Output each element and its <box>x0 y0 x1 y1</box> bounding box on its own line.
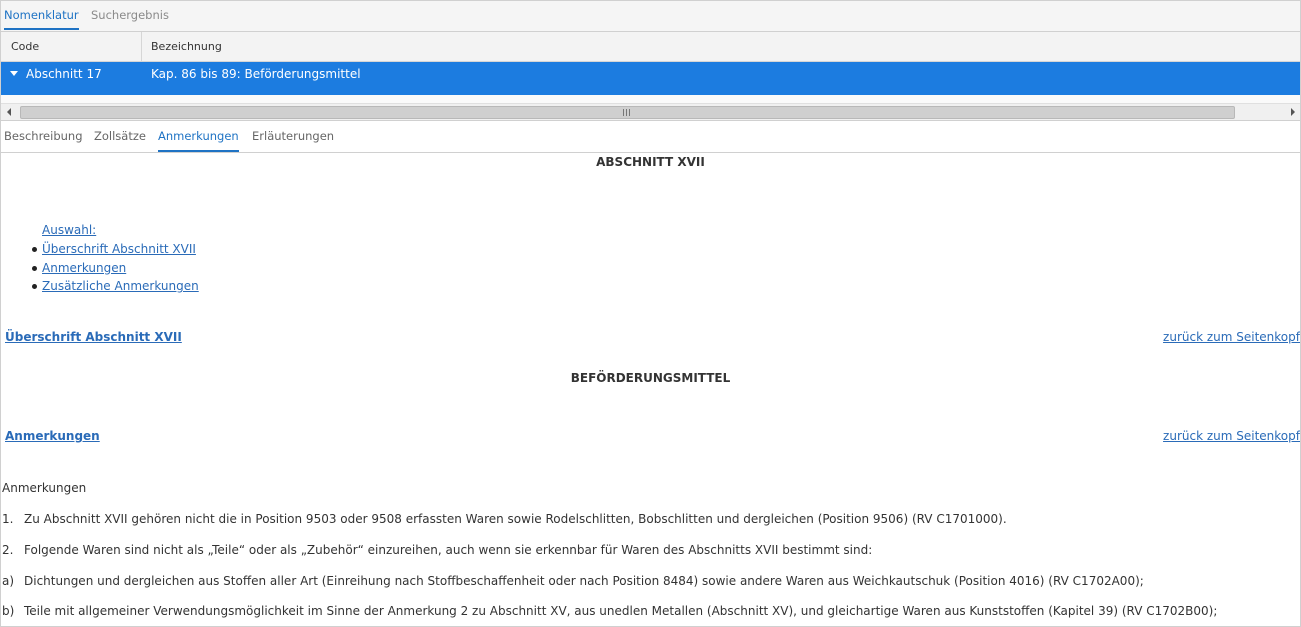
note-text: Folgende Waren sind nicht als „Teile“ od… <box>24 543 873 557</box>
toc-list: Überschrift Abschnitt XVII Anmerkungen Z… <box>1 240 199 296</box>
note-item: 1. Zu Abschnitt XVII gehören nicht die in… <box>2 512 1007 526</box>
column-header-code[interactable]: Code <box>11 32 39 61</box>
note-text: Teile mit allgemeiner Verwendungsmöglich… <box>24 604 1218 618</box>
toc-link-anmerkungen[interactable]: Anmerkungen <box>42 261 126 275</box>
note-item: 2. Folgende Waren sind nicht als „Teile“ … <box>2 543 872 557</box>
tab-nomenklatur[interactable]: Nomenklatur <box>4 1 79 30</box>
column-divider[interactable] <box>141 32 142 61</box>
row-code: Abschnitt 17 <box>26 67 102 81</box>
toc-link-zusaetzliche[interactable]: Zusätzliche Anmerkungen <box>42 279 199 293</box>
column-header-bezeichnung[interactable]: Bezeichnung <box>151 32 222 61</box>
section-heading: ABSCHNITT XVII <box>596 155 705 169</box>
expand-caret-icon[interactable] <box>10 71 18 76</box>
toc-item: Überschrift Abschnitt XVII <box>32 240 199 259</box>
next-row-partial <box>1 95 1300 103</box>
note-item: b) Teile mit allgemeiner Verwendungsmögli… <box>2 604 1217 618</box>
scroll-right-icon[interactable] <box>1291 108 1295 116</box>
scrollbar-thumb[interactable] <box>20 106 1235 119</box>
notes-title: Anmerkungen <box>2 481 87 495</box>
note-number: 1. <box>2 512 14 526</box>
note-text: Zu Abschnitt XVII gehören nicht die in P… <box>24 512 1007 526</box>
row-bezeichnung: Kap. 86 bis 89: Beförderungsmittel <box>151 67 361 81</box>
note-number: a) <box>2 574 15 588</box>
horizontal-scrollbar[interactable] <box>1 103 1300 121</box>
section-title: BEFÖRDERUNGSMITTEL <box>570 371 731 385</box>
tab-beschreibung[interactable]: Beschreibung <box>4 121 83 151</box>
tab-anmerkungen[interactable]: Anmerkungen <box>158 121 239 152</box>
back-to-top-link[interactable]: zurück zum Seitenkopf <box>1163 330 1300 344</box>
notes-content: ABSCHNITT XVII Auswahl: Überschrift Absc… <box>1 153 1300 626</box>
scroll-left-icon[interactable] <box>7 108 11 116</box>
section-link-ueberschrift[interactable]: Überschrift Abschnitt XVII <box>5 330 182 344</box>
grid-header: Code Bezeichnung <box>1 32 1300 62</box>
back-to-top-link[interactable]: zurück zum Seitenkopf <box>1163 429 1300 443</box>
note-number: b) <box>2 604 15 618</box>
table-row-selected[interactable]: Abschnitt 17 Kap. 86 bis 89: Beförderung… <box>1 62 1300 95</box>
main-window: Nomenklatur Suchergebnis Code Bezeichnun… <box>0 0 1301 627</box>
grip-icon <box>623 109 630 116</box>
toc-link-ueberschrift[interactable]: Überschrift Abschnitt XVII <box>42 242 196 256</box>
toc-item: Anmerkungen <box>32 259 199 278</box>
top-tab-bar: Nomenklatur Suchergebnis <box>1 1 1300 32</box>
tab-zollsaetze[interactable]: Zollsätze <box>94 121 146 151</box>
note-item: a) Dichtungen und dergleichen aus Stoffen… <box>2 574 1144 588</box>
tab-erlaeuterungen[interactable]: Erläuterungen <box>252 121 334 151</box>
note-text: Dichtungen und dergleichen aus Stoffen a… <box>24 574 1144 588</box>
section-link-anmerkungen[interactable]: Anmerkungen <box>5 429 100 443</box>
toc-item: Zusätzliche Anmerkungen <box>32 277 199 296</box>
detail-tab-bar: Beschreibung Zollsätze Anmerkungen Erläu… <box>1 121 1300 153</box>
note-number: 2. <box>2 543 14 557</box>
tab-suchergebnis[interactable]: Suchergebnis <box>91 1 169 30</box>
toc-label-link[interactable]: Auswahl: <box>42 223 96 237</box>
